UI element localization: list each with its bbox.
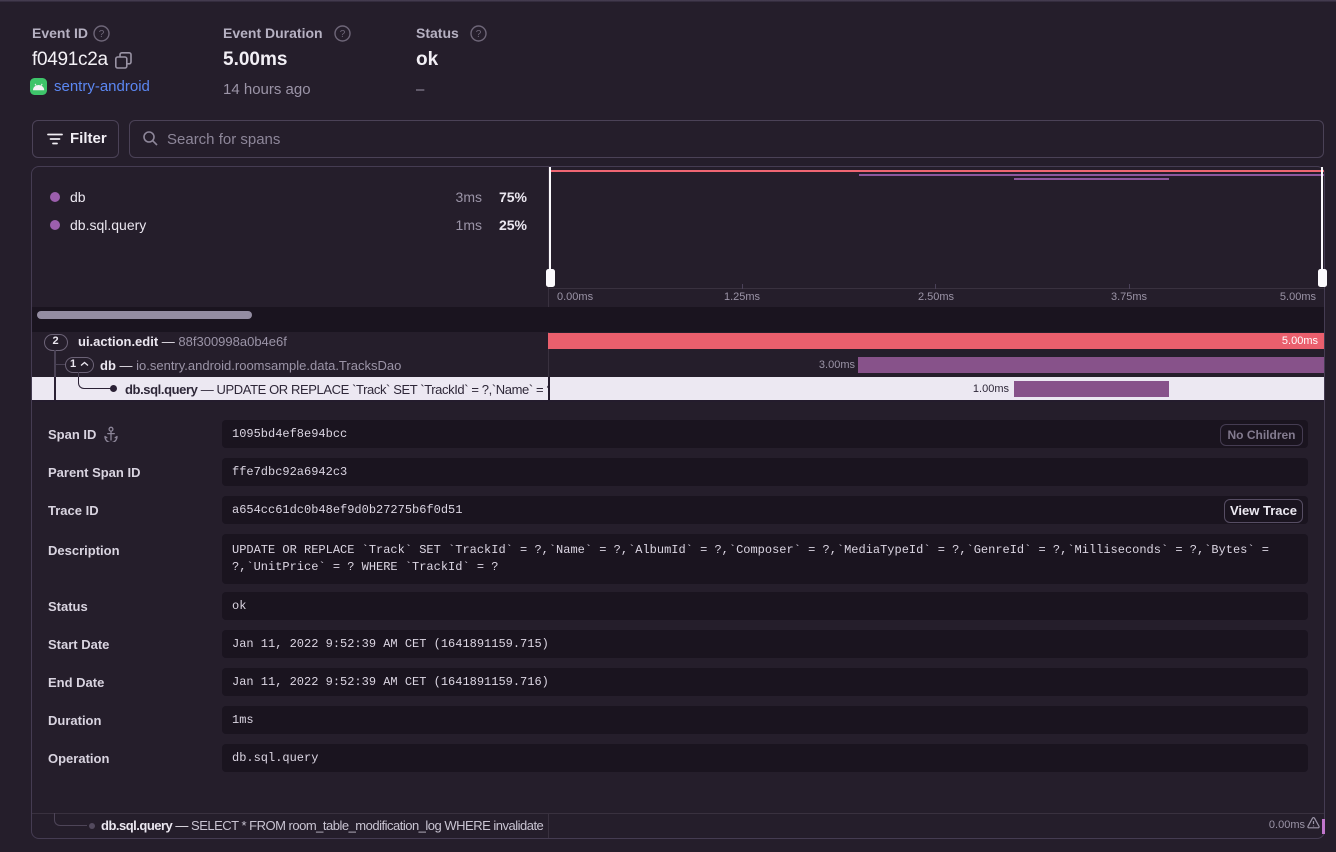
svg-text:?: ?: [99, 29, 105, 40]
svg-text:?: ?: [340, 29, 346, 40]
svg-text:?: ?: [476, 29, 482, 40]
